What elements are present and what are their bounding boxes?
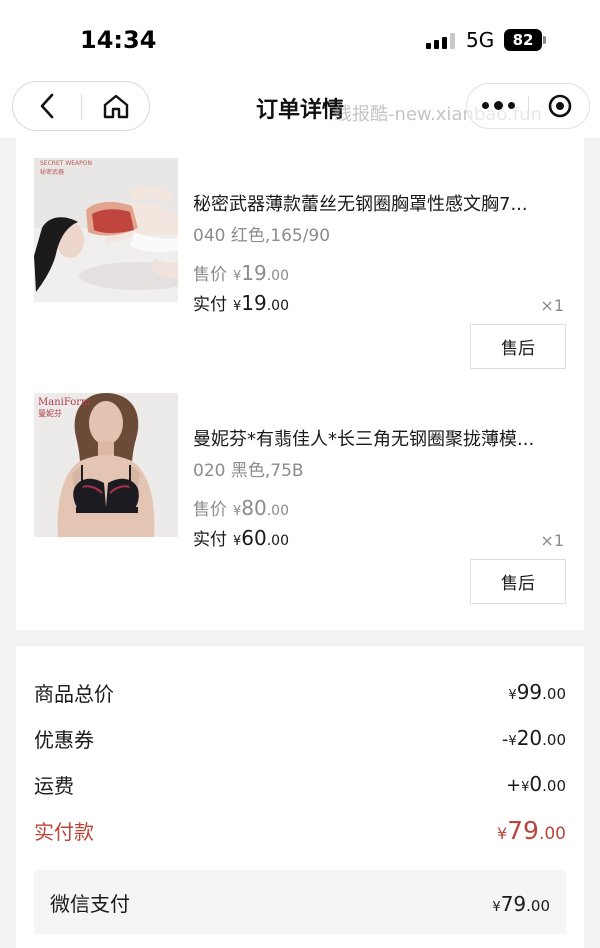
total-price-row: 商品总价 ¥99.00 xyxy=(34,678,566,710)
shipping-row: 运费 +¥0.00 xyxy=(34,770,566,802)
product-name[interactable]: 秘密武器薄款蕾丝无钢圈胸罩性感文胸7... xyxy=(193,190,569,216)
coupon-value: -¥20.00 xyxy=(501,726,566,750)
paid-price: 实付 ¥19.00 xyxy=(193,290,289,315)
amount-paid-value: ¥79.00 xyxy=(496,816,566,845)
payment-method-label: 微信支付 xyxy=(50,892,130,916)
sale-price: 售价 ¥19.00 xyxy=(193,260,289,285)
sale-price-label: 售价 xyxy=(193,500,227,520)
total-price-label: 商品总价 xyxy=(34,682,114,706)
paid-price-dec: .00 xyxy=(266,533,289,549)
payment-method-amount: ¥79.00 xyxy=(492,892,550,916)
mini-program-capsule xyxy=(466,83,590,129)
paid-price-int: 19 xyxy=(241,291,267,315)
battery-level: 82 xyxy=(512,31,534,49)
order-summary-card: 商品总价 ¥99.00 优惠券 -¥20.00 运费 +¥0.00 实付款 ¥7… xyxy=(16,646,584,948)
brand-logo: ManiForm 曼妮芬 xyxy=(38,397,91,418)
sale-price-label: 售价 xyxy=(193,265,227,285)
shipping-label: 运费 xyxy=(34,774,74,798)
more-dots-icon xyxy=(481,101,515,110)
target-close-icon xyxy=(548,94,572,118)
signal-icon xyxy=(426,33,458,49)
coupon-label: 优惠券 xyxy=(34,728,94,752)
shipping-value: +¥0.00 xyxy=(506,772,566,796)
after-sale-button[interactable]: 售后 xyxy=(470,324,566,369)
battery-tip xyxy=(543,36,546,44)
product-spec: 040 红色,165/90 xyxy=(193,226,331,246)
paid-price-dec: .00 xyxy=(266,298,289,314)
total-price-value: ¥99.00 xyxy=(508,680,566,704)
order-items-card: SECRET WEAPON 秘密武器 秘密武器薄款蕾丝无钢圈胸罩性感文胸7... … xyxy=(16,138,584,630)
paid-price-int: 60 xyxy=(241,526,267,550)
sale-price-int: 80 xyxy=(241,496,267,520)
sale-price-int: 19 xyxy=(241,261,267,285)
battery-icon: 82 xyxy=(504,29,542,51)
sale-price-dec: .00 xyxy=(266,503,289,519)
paid-price: 实付 ¥60.00 xyxy=(193,525,289,550)
product-image-illustration xyxy=(34,158,178,302)
status-bar: 14:34 5G 82 xyxy=(0,0,600,72)
paid-price-label: 实付 xyxy=(193,295,227,315)
sale-price: 售价 ¥80.00 xyxy=(193,495,289,520)
order-item[interactable]: ManiForm 曼妮芬 曼妮芬*有翡佳人*长三角无钢圈聚拢薄模... 020 黑… xyxy=(16,393,584,550)
item-quantity: ×1 xyxy=(540,296,564,315)
product-image[interactable]: SECRET WEAPON 秘密武器 xyxy=(34,158,178,302)
amount-paid-row: 实付款 ¥79.00 xyxy=(34,816,566,848)
product-name[interactable]: 曼妮芬*有翡佳人*长三角无钢圈聚拢薄模... xyxy=(193,425,569,451)
network-type: 5G xyxy=(466,28,495,52)
payment-method-box: 微信支付 ¥79.00 xyxy=(34,870,566,934)
amount-paid-label: 实付款 xyxy=(34,820,94,844)
product-spec: 020 黑色,75B xyxy=(193,461,304,481)
brand-logo: SECRET WEAPON 秘密武器 xyxy=(40,160,92,176)
nav-bar: 订单详情 线报酷-new.xianbao.fun xyxy=(0,72,600,138)
close-button[interactable] xyxy=(529,84,591,128)
after-sale-button[interactable]: 售后 xyxy=(470,559,566,604)
paid-price-label: 实付 xyxy=(193,530,227,550)
coupon-row: 优惠券 -¥20.00 xyxy=(34,724,566,756)
sale-price-dec: .00 xyxy=(266,268,289,284)
status-time: 14:34 xyxy=(80,26,157,54)
product-image[interactable]: ManiForm 曼妮芬 xyxy=(34,393,178,537)
order-item[interactable]: SECRET WEAPON 秘密武器 秘密武器薄款蕾丝无钢圈胸罩性感文胸7... … xyxy=(16,158,584,315)
more-button[interactable] xyxy=(467,84,529,128)
item-quantity: ×1 xyxy=(540,531,564,550)
